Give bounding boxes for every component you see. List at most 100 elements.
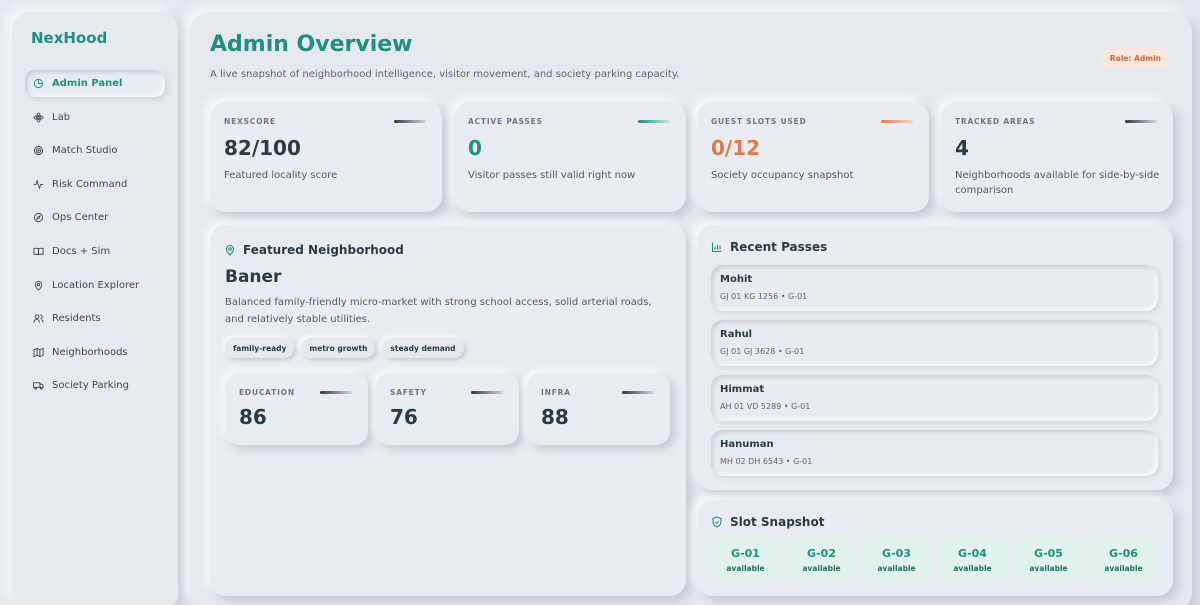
score-value: 88 bbox=[541, 405, 569, 429]
score-value: 86 bbox=[239, 405, 267, 429]
section-title-text: Slot Snapshot bbox=[730, 515, 825, 529]
atom-icon bbox=[33, 112, 44, 123]
sidebar-item-ops-center[interactable]: Ops Center bbox=[25, 204, 165, 231]
parking-slot[interactable]: G-06 available bbox=[1089, 538, 1158, 581]
tag-list: family-ready metro growth steady demand bbox=[225, 338, 464, 358]
pass-visitor-name: Hanuman bbox=[720, 439, 774, 450]
slot-status: available bbox=[1029, 563, 1068, 573]
stat-value: 82/100 bbox=[224, 136, 301, 160]
featured-neighborhood-card: Featured Neighborhood Baner Balanced fam… bbox=[210, 225, 686, 596]
score-indicator-bar bbox=[320, 391, 352, 394]
slot-id: G-02 bbox=[807, 546, 836, 560]
book-icon bbox=[33, 246, 44, 257]
slot-status: available bbox=[802, 563, 841, 573]
sidebar-item-label: Risk Command bbox=[52, 178, 128, 190]
stat-label: TRACKED AREAS bbox=[955, 117, 1036, 126]
featured-section-title: Featured Neighborhood bbox=[224, 243, 404, 257]
slot-id: G-06 bbox=[1109, 546, 1138, 560]
activity-icon bbox=[33, 179, 44, 190]
sidebar-item-label: Neighborhoods bbox=[52, 346, 128, 358]
slot-snapshot-title: Slot Snapshot bbox=[711, 515, 824, 529]
sidebar-item-risk-command[interactable]: Risk Command bbox=[25, 171, 165, 198]
slot-status: available bbox=[877, 563, 916, 573]
sidebar-item-label: Ops Center bbox=[52, 212, 109, 224]
sidebar-item-residents[interactable]: Residents bbox=[25, 305, 165, 332]
stat-indicator-bar bbox=[1125, 120, 1157, 123]
page-subtitle: A live snapshot of neighborhood intellig… bbox=[210, 69, 680, 80]
sidebar-item-match-studio[interactable]: Match Studio bbox=[25, 137, 165, 164]
sidebar-item-label: Admin Panel bbox=[52, 78, 123, 89]
stat-value: 0/12 bbox=[711, 136, 761, 160]
sidebar-item-location-explorer[interactable]: Location Explorer bbox=[25, 272, 165, 299]
parking-slot[interactable]: G-01 available bbox=[711, 538, 780, 581]
stat-label: ACTIVE PASSES bbox=[468, 117, 543, 126]
stat-card-tracked-areas: TRACKED AREAS 4 Neighborhoods available … bbox=[941, 102, 1173, 212]
score-label: EDUCATION bbox=[239, 388, 295, 397]
score-label: SAFETY bbox=[390, 388, 427, 397]
pie-chart-icon bbox=[33, 78, 44, 89]
sidebar-item-label: Lab bbox=[52, 111, 71, 123]
truck-icon bbox=[33, 380, 44, 391]
sidebar-item-admin-panel[interactable]: Admin Panel bbox=[25, 70, 165, 97]
tag-chip: metro growth bbox=[301, 338, 376, 358]
stat-label: GUEST SLOTS USED bbox=[711, 117, 807, 126]
stat-card-active-passes: ACTIVE PASSES 0 Visitor passes still val… bbox=[454, 102, 686, 212]
sidebar-item-docs-sim[interactable]: Docs + Sim bbox=[25, 238, 165, 265]
pass-vehicle-slot: GJ 01 KG 1256 • G-01 bbox=[720, 292, 808, 301]
parking-slot[interactable]: G-05 available bbox=[1014, 538, 1083, 581]
tag-chip: family-ready bbox=[225, 338, 295, 358]
tag-chip: steady demand bbox=[382, 338, 464, 358]
bar-chart-icon bbox=[711, 242, 722, 253]
stat-value: 4 bbox=[955, 136, 969, 160]
pass-vehicle-slot: MH 02 DH 6543 • G-01 bbox=[720, 457, 813, 466]
pass-vehicle-slot: AH 01 VD 5289 • G-01 bbox=[720, 402, 811, 411]
pass-visitor-name: Mohit bbox=[720, 274, 753, 285]
parking-slot[interactable]: G-02 available bbox=[787, 538, 856, 581]
slot-status: available bbox=[953, 563, 992, 573]
role-badge: Role: Admin bbox=[1101, 48, 1169, 68]
slot-id: G-01 bbox=[731, 546, 760, 560]
brand-logo-text[interactable]: NexHood bbox=[31, 29, 107, 47]
score-card-infra: INFRA 88 bbox=[527, 373, 670, 445]
sidebar-item-label: Location Explorer bbox=[52, 279, 140, 291]
pass-list-item[interactable]: Hanuman MH 02 DH 6543 • G-01 bbox=[711, 430, 1158, 476]
slot-snapshot-card: Slot Snapshot G-01 available G-02 availa… bbox=[697, 500, 1173, 596]
parking-slot[interactable]: G-04 available bbox=[938, 538, 1007, 581]
section-title-text: Recent Passes bbox=[730, 240, 828, 254]
score-card-education: EDUCATION 86 bbox=[225, 373, 368, 445]
stat-description: Neighborhoods available for side-by-side… bbox=[955, 170, 1160, 196]
score-card-safety: SAFETY 76 bbox=[376, 373, 519, 445]
pass-visitor-name: Himmat bbox=[720, 384, 765, 395]
pass-list-item[interactable]: Himmat AH 01 VD 5289 • G-01 bbox=[711, 375, 1158, 421]
pass-visitor-name: Rahul bbox=[720, 329, 753, 340]
slot-status: available bbox=[1104, 563, 1143, 573]
map-icon bbox=[33, 347, 44, 358]
parking-slot[interactable]: G-03 available bbox=[862, 538, 931, 581]
users-icon bbox=[33, 313, 44, 324]
page-title: Admin Overview bbox=[210, 32, 413, 57]
compass-icon bbox=[33, 212, 44, 223]
sidebar-item-society-parking[interactable]: Society Parking bbox=[25, 372, 165, 399]
map-pin-icon bbox=[33, 280, 44, 291]
shield-check-icon bbox=[712, 516, 722, 528]
stat-card-guest-slots: GUEST SLOTS USED 0/12 Society occupancy … bbox=[697, 102, 929, 212]
stat-description: Featured locality score bbox=[224, 170, 338, 181]
target-icon bbox=[33, 145, 44, 156]
pass-vehicle-slot: GJ 01 GJ 3628 • G-01 bbox=[720, 347, 805, 356]
stat-description: Society occupancy snapshot bbox=[711, 170, 854, 181]
pass-list-item[interactable]: Rahul GJ 01 GJ 3628 • G-01 bbox=[711, 320, 1158, 366]
stat-indicator-bar bbox=[638, 120, 670, 123]
recent-passes-card: Recent Passes Mohit GJ 01 KG 1256 • G-01… bbox=[697, 225, 1173, 490]
neighborhood-description: Balanced family-friendly micro-market wi… bbox=[225, 297, 652, 325]
stat-label: NEXSCORE bbox=[224, 117, 276, 126]
score-indicator-bar bbox=[471, 391, 503, 394]
sidebar-nav: Admin Panel Lab Match Studio Risk Comman… bbox=[25, 70, 165, 406]
sidebar-item-neighborhoods[interactable]: Neighborhoods bbox=[25, 339, 165, 366]
sidebar-item-lab[interactable]: Lab bbox=[25, 104, 165, 131]
slot-id: G-05 bbox=[1034, 546, 1063, 560]
map-pin-icon bbox=[225, 244, 235, 256]
slot-id: G-03 bbox=[882, 546, 911, 560]
stat-description: Visitor passes still valid right now bbox=[468, 170, 636, 181]
slot-status: available bbox=[726, 563, 765, 573]
pass-list-item[interactable]: Mohit GJ 01 KG 1256 • G-01 bbox=[711, 265, 1158, 311]
